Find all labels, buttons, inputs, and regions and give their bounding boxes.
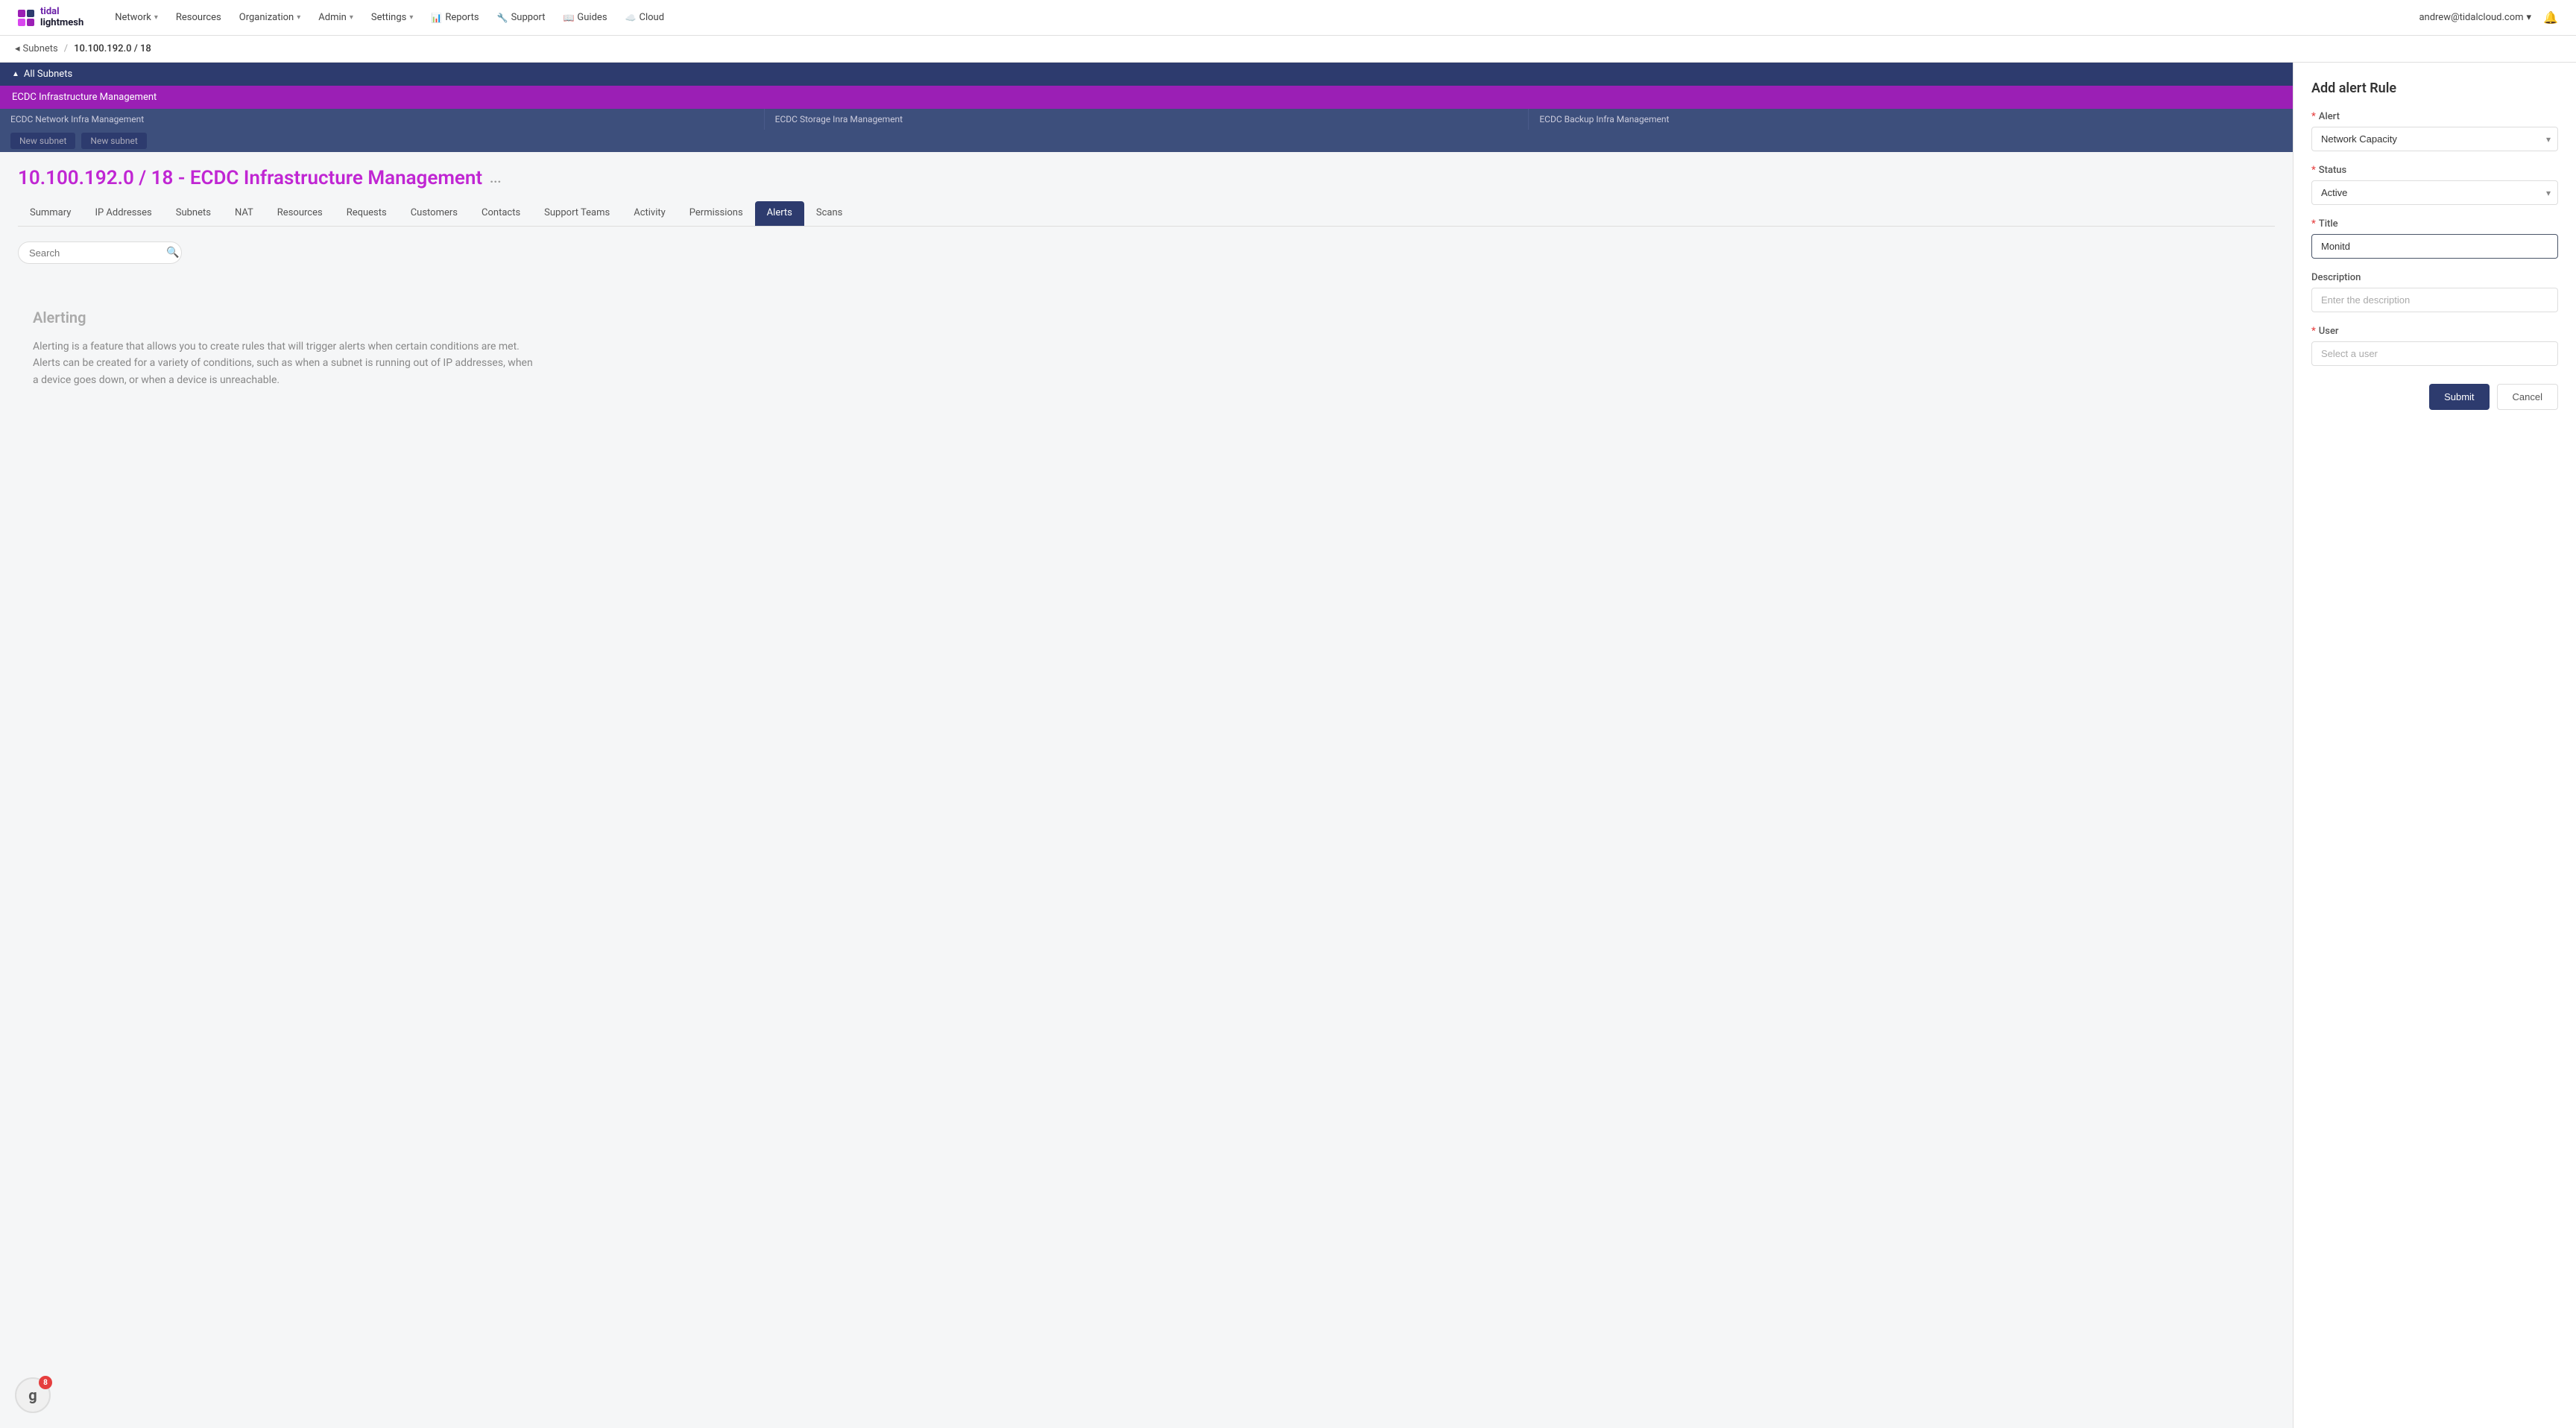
tab-support-teams[interactable]: Support Teams <box>532 201 622 226</box>
status-required: * <box>2311 165 2316 176</box>
subnet-tree: ▲ All Subnets ECDC Infrastructure Manage… <box>0 63 2293 152</box>
tab-contacts[interactable]: Contacts <box>470 201 532 226</box>
nav-guides[interactable]: 📖 Guides <box>555 7 614 28</box>
tab-requests[interactable]: Requests <box>335 201 399 226</box>
tab-nat[interactable]: NAT <box>223 201 265 226</box>
breadcrumb-current: 10.100.192.0 / 18 <box>74 43 151 54</box>
logo-text: tidal lightmesh <box>40 7 83 28</box>
panel-title: Add alert Rule <box>2311 80 2558 96</box>
breadcrumb: ◂ Subnets / 10.100.192.0 / 18 <box>0 36 2576 63</box>
alert-form-group: * Alert Network Capacity Device Down IP … <box>2311 111 2558 151</box>
alerting-empty-state: Alerting Alerting is a feature that allo… <box>18 279 2275 418</box>
chevron-down-icon: ▾ <box>350 13 353 22</box>
new-subnet-row: New subnet New subnet <box>0 130 2293 152</box>
tab-permissions[interactable]: Permissions <box>678 201 755 226</box>
title-form-group: * Title <box>2311 218 2558 259</box>
right-panel: Add alert Rule * Alert Network Capacity … <box>2293 63 2576 1428</box>
user-required: * <box>2311 326 2316 337</box>
avatar-badge: 8 <box>39 1376 52 1389</box>
nav-support[interactable]: 🔧 Support <box>490 7 553 28</box>
notification-bell-icon[interactable]: 🔔 <box>2543 10 2558 25</box>
status-label: * Status <box>2311 165 2558 176</box>
submit-button[interactable]: Submit <box>2429 384 2489 410</box>
arrow-up-icon: ▲ <box>12 70 19 78</box>
status-form-group: * Status Active Inactive <box>2311 165 2558 205</box>
page-title: 10.100.192.0 / 18 - ECDC Infrastructure … <box>18 167 2275 189</box>
description-form-group: Description <box>2311 272 2558 312</box>
page-content: 10.100.192.0 / 18 - ECDC Infrastructure … <box>0 152 2293 433</box>
left-panel: ▲ All Subnets ECDC Infrastructure Manage… <box>0 63 2293 1428</box>
alert-required: * <box>2311 111 2316 122</box>
user-input[interactable] <box>2311 341 2558 366</box>
nav-network[interactable]: Network ▾ <box>107 7 165 28</box>
title-input[interactable] <box>2311 234 2558 259</box>
avatar[interactable]: g 8 <box>15 1377 51 1413</box>
description-label: Description <box>2311 272 2558 283</box>
tab-customers[interactable]: Customers <box>399 201 470 226</box>
main-layout: ▲ All Subnets ECDC Infrastructure Manage… <box>0 63 2576 1428</box>
new-subnet-button-0[interactable]: New subnet <box>10 133 75 149</box>
child-subnet-1[interactable]: ECDC Storage Inra Management <box>765 109 1530 130</box>
tab-alerts[interactable]: Alerts <box>755 201 804 226</box>
child-subnet-2[interactable]: ECDC Backup Infra Management <box>1529 109 2293 130</box>
search-input[interactable] <box>29 247 160 259</box>
cancel-button[interactable]: Cancel <box>2497 384 2558 410</box>
tab-scans[interactable]: Scans <box>804 201 854 226</box>
alert-select[interactable]: Network Capacity Device Down IP Exhausti… <box>2311 127 2558 151</box>
form-actions: Submit Cancel <box>2311 384 2558 410</box>
nav-resources[interactable]: Resources <box>168 7 229 28</box>
nav-reports[interactable]: 📊 Reports <box>423 7 486 28</box>
alerting-description: Alerting is a feature that allows you to… <box>33 338 540 388</box>
back-to-subnets[interactable]: ◂ Subnets <box>15 43 58 54</box>
child-subnet-0[interactable]: ECDC Network Infra Management <box>0 109 765 130</box>
chevron-down-icon: ▾ <box>154 13 158 22</box>
nav-organization[interactable]: Organization ▾ <box>232 7 309 28</box>
nav-right: andrew@tidalcloud.com ▾ 🔔 <box>2419 10 2558 25</box>
user-label: * User <box>2311 326 2558 337</box>
title-required: * <box>2311 218 2316 230</box>
tab-resources[interactable]: Resources <box>265 201 335 226</box>
chevron-down-icon: ▾ <box>2527 12 2532 23</box>
app-logo[interactable]: tidal lightmesh <box>18 7 83 28</box>
search-bar[interactable]: 🔍 <box>18 241 182 264</box>
main-subnet-row[interactable]: ECDC Infrastructure Management <box>0 86 2293 109</box>
description-input[interactable] <box>2311 288 2558 312</box>
alert-select-wrapper: Network Capacity Device Down IP Exhausti… <box>2311 127 2558 151</box>
status-select[interactable]: Active Inactive <box>2311 180 2558 205</box>
tab-subnets[interactable]: Subnets <box>164 201 223 226</box>
child-subnets-row: ECDC Network Infra Management ECDC Stora… <box>0 109 2293 130</box>
breadcrumb-separator: / <box>64 43 68 54</box>
tab-activity[interactable]: Activity <box>622 201 678 226</box>
alerting-title: Alerting <box>33 309 86 326</box>
nav-admin[interactable]: Admin ▾ <box>311 7 361 28</box>
tab-summary[interactable]: Summary <box>18 201 83 226</box>
tabs: Summary IP Addresses Subnets NAT Resourc… <box>18 201 2275 227</box>
chevron-down-icon: ▾ <box>409 13 413 22</box>
all-subnets-row[interactable]: ▲ All Subnets <box>0 63 2293 86</box>
search-icon: 🔍 <box>166 247 179 259</box>
chevron-down-icon: ▾ <box>297 13 300 22</box>
new-subnet-button-1[interactable]: New subnet <box>81 133 146 149</box>
tab-ip-addresses[interactable]: IP Addresses <box>83 201 163 226</box>
top-navigation: tidal lightmesh Network ▾ Resources Orga… <box>0 0 2576 36</box>
more-options-button[interactable]: ... <box>490 171 501 186</box>
back-arrow-icon: ◂ <box>15 43 20 54</box>
user-form-group: * User <box>2311 326 2558 366</box>
avatar-icon: g 8 <box>16 1379 49 1412</box>
user-menu[interactable]: andrew@tidalcloud.com ▾ <box>2419 12 2531 23</box>
logo-icon <box>18 10 34 26</box>
alert-label: * Alert <box>2311 111 2558 122</box>
title-label: * Title <box>2311 218 2558 230</box>
nav-items: Network ▾ Resources Organization ▾ Admin… <box>107 7 2419 28</box>
nav-cloud[interactable]: ☁️ Cloud <box>618 7 672 28</box>
nav-settings[interactable]: Settings ▾ <box>364 7 421 28</box>
status-select-wrapper: Active Inactive <box>2311 180 2558 205</box>
